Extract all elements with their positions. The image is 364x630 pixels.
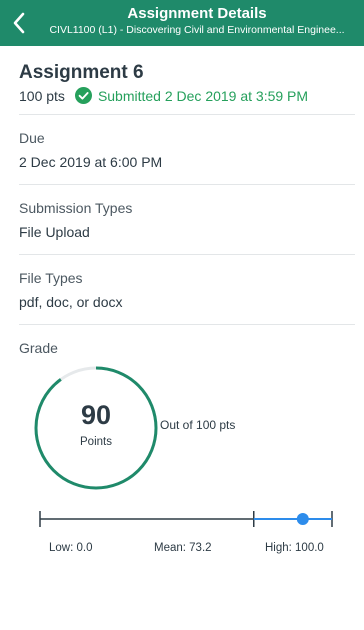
stat-mean-label: Mean: 73.2 <box>154 542 212 554</box>
grade-section: Grade 90 Points Out of 100 pts Low: 0.0 … <box>19 325 355 630</box>
file-types-section: File Types pdf, doc, or docx <box>19 255 355 325</box>
points-value: 100 pts <box>19 87 65 104</box>
grade-out-of: Out of 100 pts <box>160 418 236 432</box>
grade-label: Grade <box>19 340 58 356</box>
assignment-meta: 100 pts Submitted 2 Dec 2019 at 3:59 PM <box>19 87 308 104</box>
check-circle-icon <box>74 87 92 104</box>
nav-titles: Assignment Details CIVL1100 (L1) - Disco… <box>34 5 360 37</box>
file-types-label: File Types <box>19 270 83 286</box>
grade-score: 90 <box>80 400 112 430</box>
submission-types-value: File Upload <box>19 224 90 240</box>
stat-low-label: Low: 0.0 <box>49 542 93 554</box>
assignment-name: Assignment 6 <box>19 62 144 83</box>
submission-status: Submitted 2 Dec 2019 at 3:59 PM <box>97 87 309 104</box>
due-value: 2 Dec 2019 at 6:00 PM <box>19 154 163 170</box>
submission-types-section: Submission Types File Upload <box>19 185 355 255</box>
file-types-value: pdf, doc, or docx <box>19 294 123 310</box>
chevron-left-icon <box>13 12 24 34</box>
nav-subtitle: CIVL1100 (L1) - Discovering Civil and En… <box>49 24 345 36</box>
stat-high-label: High: 100.0 <box>265 542 324 554</box>
assignment-details: Assignment 6 100 pts Submitted 2 Dec 201… <box>0 46 364 630</box>
assignment-header: Assignment 6 100 pts Submitted 2 Dec 201… <box>19 46 355 115</box>
submission-types-label: Submission Types <box>19 200 133 216</box>
back-button[interactable] <box>0 0 36 46</box>
score-marker <box>296 513 309 525</box>
nav-bar: Assignment Details CIVL1100 (L1) - Disco… <box>0 0 364 46</box>
grade-unit: Points <box>80 436 112 448</box>
due-label: Due <box>19 130 45 146</box>
due-section: Due 2 Dec 2019 at 6:00 PM <box>19 115 355 185</box>
nav-title: Assignment Details <box>127 5 267 22</box>
grade-statistics-plot <box>39 511 333 527</box>
